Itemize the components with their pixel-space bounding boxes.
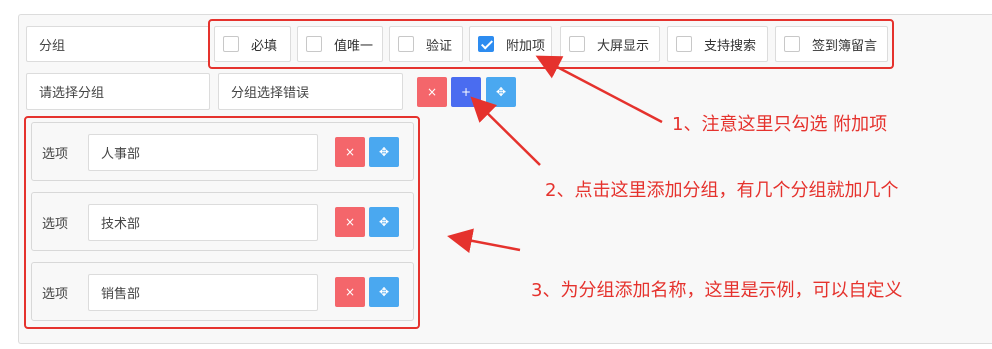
annotation-note-1: 1、注意这里只勾选 附加项	[672, 114, 888, 135]
arrow-to-option-rows	[447, 228, 521, 254]
annotation-note-2: 2、点击这里添加分组，有几个分组就加几个	[545, 180, 899, 201]
arrow-to-add-button	[470, 96, 541, 166]
annotation-note-3: 3、为分组添加名称，这里是示例，可以自定义	[531, 280, 903, 301]
arrow-to-extra-option	[535, 55, 663, 124]
